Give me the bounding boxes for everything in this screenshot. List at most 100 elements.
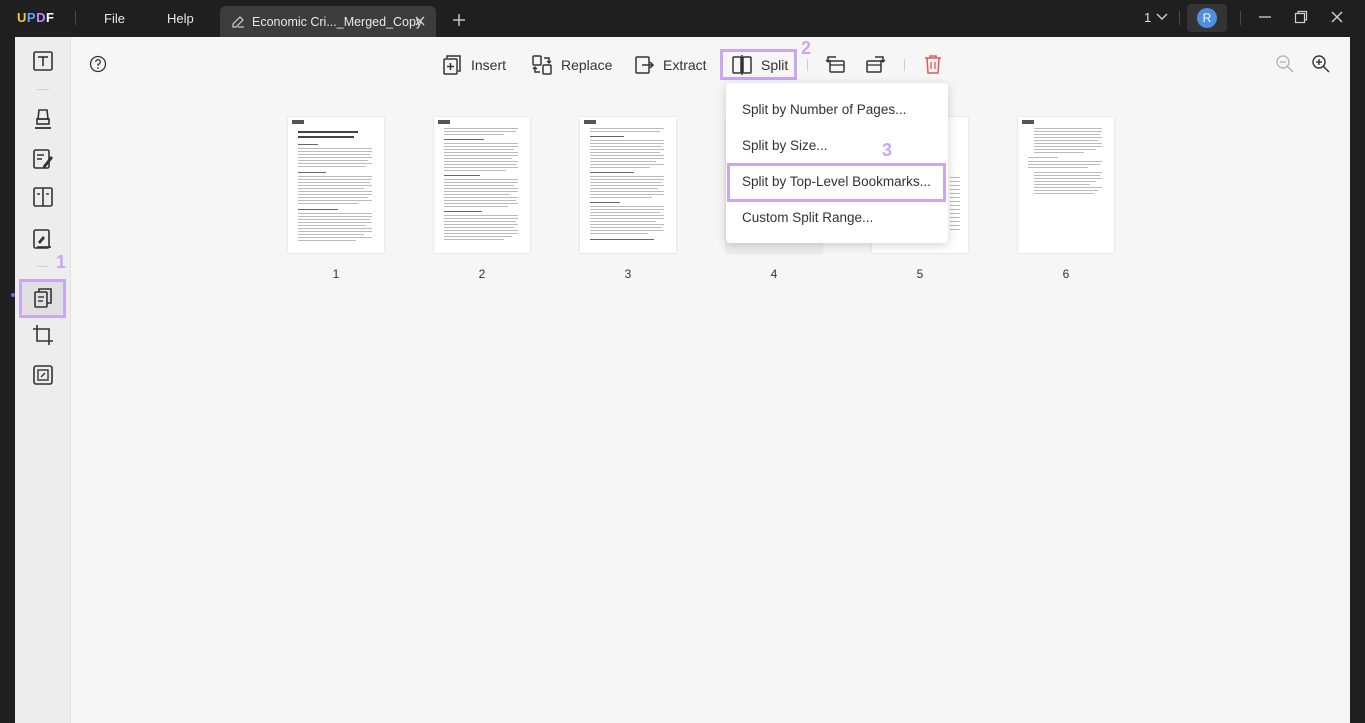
highlight-box [727, 163, 946, 202]
page-line [444, 191, 518, 192]
extract-label: Extract [663, 57, 707, 73]
page-line [590, 215, 664, 216]
page-line [950, 221, 960, 222]
page-line [950, 229, 960, 230]
reader-icon[interactable] [31, 49, 55, 73]
split-by-size-option[interactable]: Split by Size... [742, 138, 828, 153]
page-line [444, 143, 518, 144]
page-line [298, 157, 372, 158]
menu-help[interactable]: Help [167, 11, 194, 26]
page-line [298, 154, 370, 155]
page-heading [298, 131, 358, 133]
page-line [590, 176, 664, 177]
page-line [444, 134, 504, 135]
page-thumbnail-3[interactable] [580, 117, 676, 253]
left-sidebar [11, 37, 71, 723]
highlighter-icon[interactable] [31, 107, 55, 131]
page-line [298, 237, 372, 238]
document-tab[interactable]: Economic Cri..._Merged_Copy [220, 6, 436, 37]
page-line [590, 128, 664, 129]
split-by-pages-option[interactable]: Split by Number of Pages... [742, 102, 906, 117]
page-line [444, 182, 518, 183]
help-icon[interactable] [89, 55, 107, 73]
page-line [950, 201, 960, 202]
page-number: 4 [770, 267, 778, 281]
close-tab-icon[interactable] [413, 14, 427, 28]
page-line [444, 200, 516, 201]
zoom-in-icon[interactable] [1310, 53, 1332, 75]
step-marker: 3 [882, 140, 893, 160]
page-line [1034, 146, 1102, 147]
page-thumbnail-2[interactable] [434, 117, 530, 253]
page-line [590, 182, 662, 183]
page-view-icon[interactable] [31, 185, 55, 209]
page-line [590, 212, 660, 213]
page-line [298, 144, 318, 145]
page-line [444, 131, 516, 132]
page-line [444, 185, 514, 186]
logo-letter-f: F [45, 10, 55, 25]
page-line [590, 167, 650, 168]
window-count[interactable]: 1 [1144, 10, 1151, 25]
minimize-icon[interactable] [1258, 10, 1272, 24]
account-button[interactable]: R [1187, 4, 1227, 32]
rotate-right-icon[interactable] [865, 53, 887, 75]
page-line [444, 211, 482, 212]
page-thumbnail-6[interactable] [1018, 117, 1114, 253]
rotate-left-icon[interactable] [824, 53, 846, 75]
page-line [298, 172, 326, 173]
menu-file[interactable]: File [104, 11, 125, 26]
close-window-icon[interactable] [1330, 10, 1344, 24]
page-line [298, 200, 372, 201]
page-line [298, 182, 370, 183]
page-line [1028, 157, 1058, 158]
replace-icon [532, 55, 552, 75]
page-thumbnail-1[interactable] [288, 117, 384, 253]
form-icon[interactable] [31, 227, 55, 251]
page-line [444, 215, 518, 216]
page-line [1034, 131, 1102, 132]
page-line [444, 227, 514, 228]
sidebar-divider [37, 266, 49, 267]
page-logo [438, 120, 450, 124]
new-tab-icon[interactable] [452, 13, 466, 27]
step-marker: 2 [801, 38, 812, 58]
page-line [950, 189, 960, 190]
title-divider [1179, 11, 1180, 25]
page-line [590, 209, 664, 210]
page-line [590, 239, 654, 240]
delete-icon[interactable] [922, 53, 944, 75]
page-line [950, 193, 960, 194]
page-line [298, 197, 368, 198]
page-line [444, 170, 506, 171]
page-line [590, 206, 664, 207]
page-line [444, 139, 484, 140]
chevron-down-icon[interactable] [1156, 12, 1168, 22]
logo-letter-u: U [17, 10, 27, 25]
restore-icon[interactable] [1294, 10, 1308, 24]
page-line [444, 175, 480, 176]
replace-button[interactable]: Replace [531, 53, 612, 77]
extract-button[interactable]: Extract [633, 53, 707, 77]
page-line [444, 161, 518, 162]
convert-icon[interactable] [31, 363, 55, 387]
logo-letter-d: D [36, 10, 46, 25]
zoom-out-icon[interactable] [1274, 53, 1296, 75]
page-line [298, 185, 372, 186]
page-number: 1 [332, 267, 340, 281]
page-line [590, 227, 662, 228]
toolbar-divider [904, 59, 905, 71]
custom-split-range-option[interactable]: Custom Split Range... [742, 210, 873, 225]
crop-icon[interactable] [31, 323, 55, 347]
page-line [298, 213, 372, 214]
page-line [298, 231, 372, 232]
page-line [298, 203, 358, 204]
page-line [590, 188, 658, 189]
page-line [444, 233, 518, 234]
insert-button[interactable]: Insert [441, 53, 506, 77]
edit-pdf-icon[interactable] [31, 147, 55, 171]
page-line [1028, 164, 1100, 165]
page-line [298, 216, 372, 217]
edit-doc-icon [232, 16, 244, 28]
page-line [298, 225, 366, 226]
